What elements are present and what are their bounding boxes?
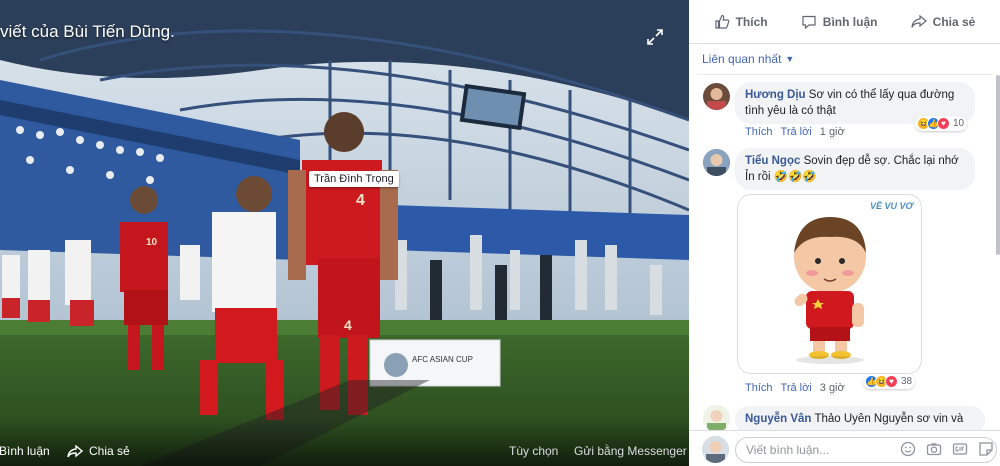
photo-tag[interactable]: Trần Đình Trọng	[309, 171, 399, 187]
comment-time[interactable]: 1 giờ	[820, 126, 845, 138]
thumbs-up-icon	[714, 14, 729, 29]
like-button[interactable]: Thích	[714, 14, 768, 30]
reaction-summary[interactable]: 👍 😆 ♥ 38	[863, 374, 916, 389]
comment-input-placeholder: Viết bình luận...	[746, 443, 830, 457]
shorts-number: 4	[344, 317, 352, 333]
comment-like-link[interactable]: Thích	[745, 382, 773, 394]
love-icon: ♥	[885, 375, 898, 388]
comment-sticker[interactable]: VỀ VU VƠ	[737, 194, 922, 374]
send-messenger-link[interactable]: Gửi bằng Messenger	[574, 444, 687, 458]
options-link[interactable]: Tùy chọn	[509, 444, 558, 458]
post-caption: viết của Bùi Tiến Dũng.	[0, 22, 175, 41]
comment-meta: Thích Trả lời 3 giờ	[745, 382, 845, 394]
stadium-photo: 4 4 10 AFC ASIAN CUP	[0, 0, 689, 466]
comment-reply-link[interactable]: Trả lời	[781, 126, 812, 138]
comment-time[interactable]: 3 giờ	[820, 382, 845, 394]
options-link-label: Tùy chọn	[509, 444, 559, 458]
kid-jersey-number: 10	[146, 237, 158, 248]
divider	[697, 74, 992, 75]
comment-meta: Thích Trả lời 1 giờ	[745, 126, 845, 138]
photo-viewer: 4 4 10 AFC ASIAN CUP viết của Bùi Tiến D…	[0, 0, 689, 466]
comment-icon	[802, 15, 816, 29]
comment-composer: Viết bình luận...	[689, 430, 1000, 466]
post-actions-bar: Thích Bình luận Chia sẻ	[689, 0, 1000, 44]
jersey-number: 4	[356, 192, 365, 209]
scrollbar[interactable]	[996, 75, 1000, 255]
comment-link[interactable]: Bình luận	[0, 444, 50, 458]
comment-link-label: Bình luận	[0, 444, 50, 458]
sticker-brand-label: VỀ VU VƠ	[869, 201, 913, 211]
avatar[interactable]	[702, 436, 729, 463]
love-icon: ♥	[937, 117, 950, 130]
camera-icon[interactable]	[926, 441, 942, 457]
share-icon	[67, 444, 83, 457]
expand-icon[interactable]	[646, 28, 664, 46]
sticker-icon[interactable]	[978, 441, 994, 457]
comment-sort-dropdown[interactable]: Liên quan nhất ▼	[702, 52, 794, 66]
avatar[interactable]	[703, 83, 730, 110]
chevron-down-icon: ▼	[785, 54, 795, 64]
comment-author[interactable]: Nguyễn Vân	[745, 413, 811, 425]
composer-icons	[900, 441, 994, 457]
boy-sticker-icon	[794, 217, 866, 364]
reaction-summary[interactable]: 😆 👍 ♥ 10	[915, 116, 968, 131]
comment-like-link[interactable]: Thích	[745, 126, 773, 138]
send-messenger-label: Gửi bằng Messenger	[574, 444, 687, 458]
share-link[interactable]: Chia sẻ	[67, 444, 130, 458]
like-button-label: Thích	[735, 14, 768, 29]
avatar[interactable]	[703, 149, 730, 176]
asian-cup-banner-text: AFC ASIAN CUP	[412, 355, 473, 364]
gif-icon[interactable]	[952, 441, 968, 457]
share-button-label: Chia sẻ	[932, 14, 976, 29]
reaction-count: 10	[953, 118, 965, 129]
comment-author[interactable]: Tiểu Ngọc	[745, 155, 800, 167]
comment-button-label: Bình luận	[822, 14, 878, 29]
share-link-label: Chia sẻ	[89, 444, 130, 458]
comment-reply-link[interactable]: Trả lời	[781, 382, 812, 394]
share-icon	[911, 14, 927, 28]
comment-bubble: Tiểu Ngọc Sovin đẹp dễ sợ. Chắc lại nhớ …	[735, 148, 975, 190]
comment-author[interactable]: Hương Dịu	[745, 89, 806, 101]
sort-label: Liên quan nhất	[702, 52, 782, 66]
avatar[interactable]	[703, 405, 730, 432]
comment-text: Thảo Uyên Nguyễn sơ vin và	[814, 413, 964, 425]
share-button[interactable]: Chia sẻ	[911, 14, 976, 29]
reaction-count: 38	[901, 376, 913, 387]
comments-panel: Thích Bình luận Chia sẻ Liên quan nhất ▼…	[689, 0, 1000, 466]
comment-button[interactable]: Bình luận	[801, 14, 878, 30]
emoji-icon[interactable]	[900, 441, 916, 457]
viewer-bottom-bar: Bình luận Chia sẻ Tùy chọn Gửi bằng Mess…	[0, 420, 689, 466]
